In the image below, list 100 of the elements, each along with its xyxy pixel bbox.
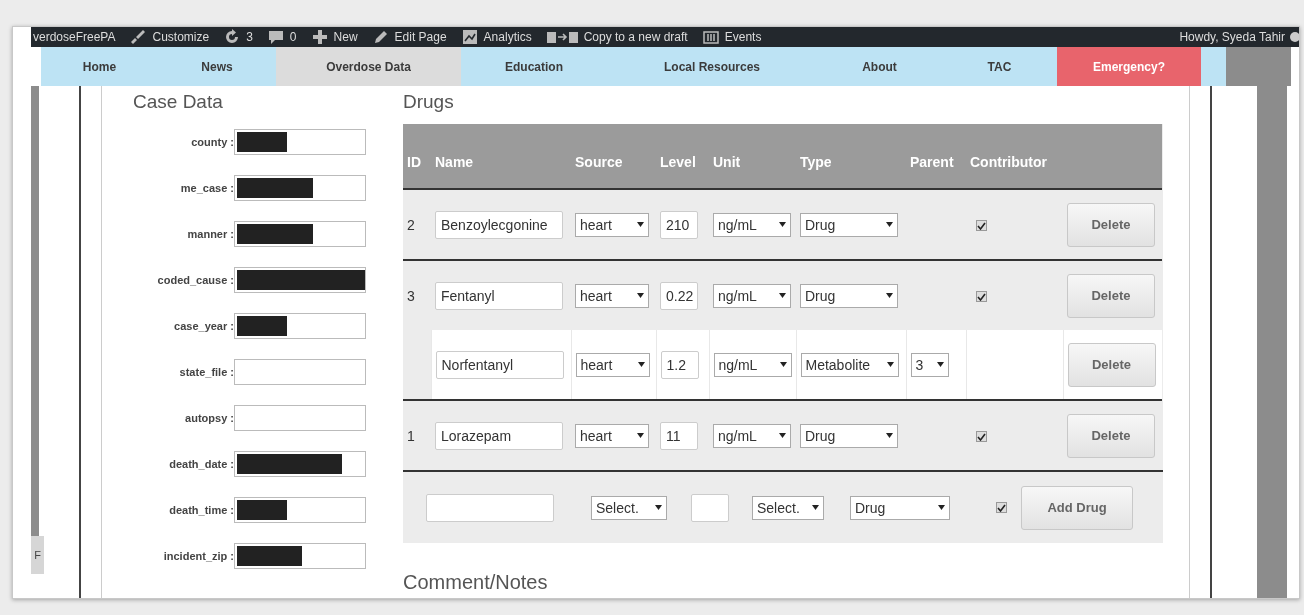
toolbar-link[interactable]: Analytics <box>460 28 532 46</box>
caret-icon <box>779 362 787 367</box>
field-label: county : <box>190 136 234 148</box>
site-link[interactable]: verdoseFreePA <box>33 30 116 44</box>
delete-button[interactable]: Delete <box>1067 342 1156 387</box>
input-field[interactable] <box>234 313 366 339</box>
delete-button[interactable]: Delete <box>1067 413 1155 458</box>
toolbar-link[interactable]: Edit Page <box>371 28 447 46</box>
dropdown[interactable]: Drug <box>850 495 950 520</box>
caret-icon <box>655 505 662 510</box>
dropdown[interactable]: ng/mL <box>713 212 791 237</box>
table-cell: 2 <box>407 216 415 233</box>
check-icon <box>997 503 1006 512</box>
field-label: autopsy : <box>184 412 234 424</box>
dropdown[interactable]: Select. <box>591 495 667 520</box>
input-field[interactable]: 0.22 <box>660 281 698 310</box>
caret-icon <box>812 505 819 510</box>
caret-icon <box>886 293 893 298</box>
input-field[interactable]: Lorazepam <box>435 421 563 450</box>
dropdown[interactable]: ng/mL <box>713 283 791 308</box>
caret-icon <box>779 222 786 227</box>
dropdown[interactable]: heart <box>575 423 649 448</box>
nav-tab[interactable]: Overdose Data <box>276 47 461 86</box>
dropdown[interactable]: Metabolite <box>800 352 899 377</box>
dropdown[interactable]: heart <box>575 352 650 377</box>
dropdown[interactable]: Drug <box>800 283 898 308</box>
field-label: case_year : <box>173 320 234 332</box>
checkbox[interactable] <box>976 291 987 302</box>
input-field[interactable] <box>234 543 366 569</box>
plus-icon <box>310 28 329 46</box>
field-label: manner : <box>186 228 234 240</box>
field-label: state_file : <box>178 366 234 378</box>
column-header: ID <box>407 154 421 170</box>
nav-tab[interactable]: Local Resources <box>607 47 817 86</box>
field-label: death_time : <box>168 504 234 516</box>
input-field[interactable]: Benzoylecgonine <box>435 210 563 239</box>
toolbar-link[interactable]: Events <box>701 28 762 46</box>
toolbar-link[interactable]: 3 <box>223 28 253 46</box>
section-title: Case Data <box>133 91 224 113</box>
column-header: Parent <box>910 154 954 170</box>
input-field[interactable] <box>234 175 366 201</box>
input-field[interactable] <box>234 129 366 155</box>
nav-tab[interactable]: TAC <box>942 47 1057 86</box>
input-field[interactable] <box>234 497 366 523</box>
input-field[interactable] <box>691 493 729 522</box>
input-field[interactable] <box>234 451 366 477</box>
input-field[interactable]: 1.2 <box>660 350 699 379</box>
dropdown[interactable]: Drug <box>800 212 898 237</box>
dropdown[interactable]: ng/mL <box>713 423 791 448</box>
nav-tab[interactable]: Education <box>461 47 607 86</box>
nav-tab[interactable]: Home <box>41 47 158 86</box>
column-header: Unit <box>713 154 741 170</box>
field-label: coded_cause : <box>156 274 234 286</box>
caret-icon <box>637 362 645 367</box>
input-field[interactable]: Norfentanyl <box>435 350 564 379</box>
account-link[interactable]: Howdy, Syeda Tahir <box>1179 30 1299 44</box>
column-header: Level <box>660 154 696 170</box>
field-label: death_date : <box>168 458 234 470</box>
caret-icon <box>886 433 893 438</box>
column-header: Type <box>800 154 832 170</box>
input-field[interactable] <box>234 221 366 247</box>
checkbox[interactable] <box>976 220 987 231</box>
column-header: Contributor <box>970 154 1047 170</box>
calendar-icon <box>701 28 720 46</box>
dropdown[interactable]: heart <box>575 283 649 308</box>
nav-tab[interactable]: News <box>158 47 276 86</box>
checkbox[interactable] <box>996 502 1007 513</box>
caret-icon <box>886 222 893 227</box>
toolbar-link[interactable]: New <box>310 28 358 46</box>
caret-icon <box>637 293 644 298</box>
dropdown[interactable]: ng/mL <box>713 352 792 377</box>
add-drug-button[interactable]: Add Drug <box>1021 485 1133 530</box>
delete-button[interactable]: Delete <box>1067 273 1155 318</box>
table-cell: 3 <box>407 287 415 304</box>
dropdown[interactable]: 3 <box>910 352 949 377</box>
caret-icon <box>886 362 894 367</box>
caret-icon <box>936 362 944 367</box>
nav-tab[interactable]: About <box>817 47 942 86</box>
dropdown[interactable]: heart <box>575 212 649 237</box>
caret-icon <box>779 293 786 298</box>
checkbox[interactable] <box>976 431 987 442</box>
column-header: Name <box>435 154 474 170</box>
input-field[interactable]: 11 <box>660 421 698 450</box>
dropdown[interactable]: Drug <box>800 423 898 448</box>
toolbar-link[interactable]: Customize <box>129 28 210 46</box>
toolbar-link[interactable]: Copy to a new draft <box>545 28 688 46</box>
side-tab[interactable]: F <box>34 549 41 561</box>
input-field[interactable] <box>234 359 366 385</box>
input-field[interactable]: Fentanyl <box>435 281 563 310</box>
dropdown[interactable]: Select. <box>752 495 824 520</box>
field-label: me_case : <box>179 182 234 194</box>
column-header: Source <box>575 154 623 170</box>
comment-icon <box>266 28 285 46</box>
input-field[interactable]: 210 <box>660 210 698 239</box>
input-field[interactable] <box>426 493 554 522</box>
input-field[interactable] <box>234 405 366 431</box>
toolbar-link[interactable]: 0 <box>266 28 297 46</box>
section-title: Drugs <box>403 91 455 113</box>
caret-icon <box>637 433 644 438</box>
delete-button[interactable]: Delete <box>1067 202 1155 247</box>
